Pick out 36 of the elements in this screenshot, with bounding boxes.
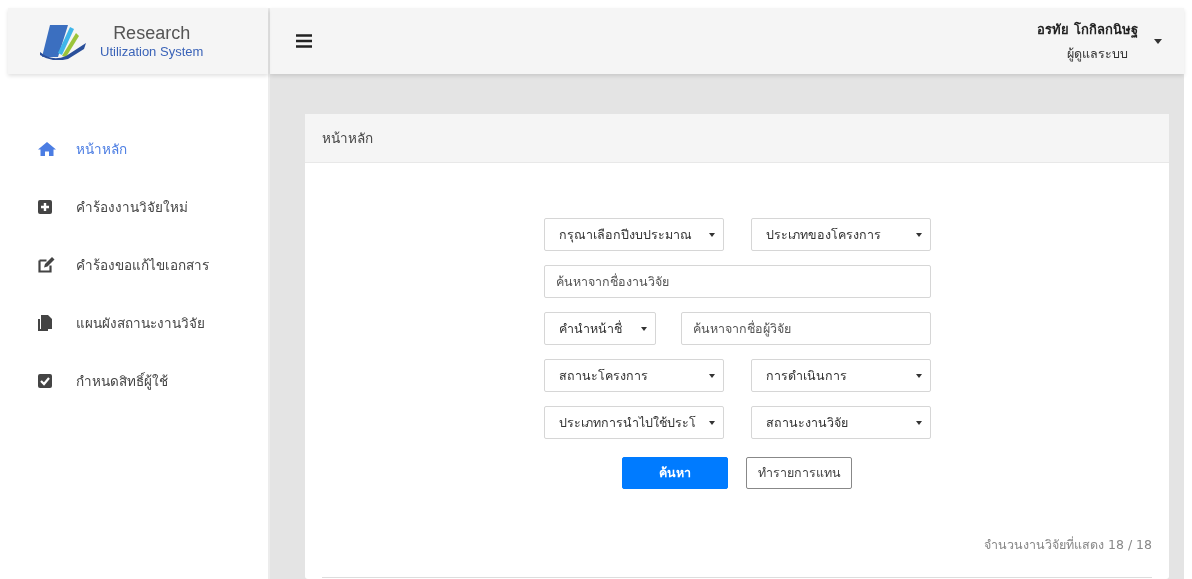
sidebar-item[interactable]: คำร้องงานวิจัยใหม่ (38, 178, 268, 236)
copy-icon (38, 315, 52, 331)
dropdown[interactable]: สถานะโครงการ (543, 359, 724, 392)
menu-icon[interactable] (294, 34, 314, 48)
dropdown[interactable]: การดำเนินการ (750, 359, 931, 392)
sidebar-item[interactable]: คำร้องขอแก้ไขเอกสาร (38, 236, 268, 294)
dropdown[interactable]: สถานะงานวิจัย (750, 406, 931, 439)
card-title: หน้าหลัก (305, 114, 1169, 163)
result-count: จำนวนงานวิจัยที่แสดง 18 / 18 (983, 535, 1152, 554)
caret-icon (915, 373, 922, 378)
caret-icon (708, 420, 715, 425)
dropdown[interactable]: ประเภทของโครงการ (750, 218, 931, 251)
caret-icon (1154, 38, 1162, 44)
action-button[interactable]: ทำรายการแทน (746, 457, 852, 489)
dropdown[interactable]: กรุณาเลือกปีงบประมาณ (543, 218, 724, 251)
user-menu[interactable]: อรทัย โกกิลกนิษฐ ผู้ดูแลระบบ (1031, 17, 1168, 65)
checkbox-icon (38, 374, 52, 388)
caret-icon (640, 326, 647, 331)
logo-icon (40, 22, 88, 60)
sidebar-item[interactable]: หน้าหลัก (38, 120, 268, 178)
search-field[interactable]: ค้นหาจากชื่องานวิจัย (543, 265, 931, 298)
brand-subtitle: Utilization System (100, 44, 204, 59)
caret-icon (915, 420, 922, 425)
dropdown[interactable]: ประเภทการนำไปใช้ประโ (543, 406, 724, 439)
edit-icon (38, 257, 55, 273)
dropdown[interactable]: คำนำหน้าชื่ (543, 312, 656, 345)
plus-square-icon (38, 200, 52, 214)
search-button[interactable]: ค้นหา (622, 457, 728, 489)
caret-icon (708, 232, 715, 237)
home-icon (38, 142, 56, 156)
brand-title: Research (113, 23, 191, 44)
caret-icon (915, 232, 922, 237)
search-field[interactable]: ค้นหาจากชื่อผู้วิจัย (680, 312, 931, 345)
sidebar-item[interactable]: กำหนดสิทธิ์ผู้ใช้ (38, 352, 268, 410)
caret-icon (708, 373, 715, 378)
sidebar-item[interactable]: แผนผังสถานะงานวิจัย (38, 294, 268, 352)
